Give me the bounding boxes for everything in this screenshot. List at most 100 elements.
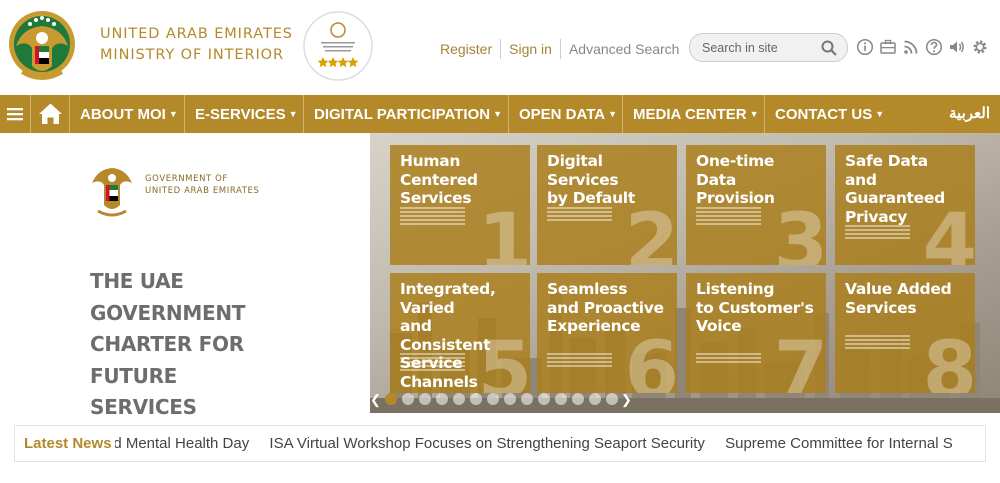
slider-dot[interactable] <box>538 393 550 405</box>
tile-number: 6 <box>624 326 677 393</box>
news-ticker: rld Mental Health Day ISA Virtual Worksh… <box>115 435 960 455</box>
nav-open-data[interactable]: OPEN DATA ▼ <box>509 95 623 133</box>
help-icon[interactable] <box>925 38 943 56</box>
search-icon[interactable] <box>821 40 837 56</box>
caret-down-icon: ▼ <box>608 109 618 119</box>
tile-number: 3 <box>773 198 826 265</box>
slider-dot[interactable] <box>555 393 567 405</box>
tile-description <box>845 225 910 241</box>
ministry-title-line1: UNITED ARAB EMIRATES <box>100 26 293 42</box>
tile-title: Safe Data and Guaranteed Privacy <box>845 152 965 226</box>
briefcase-icon[interactable] <box>879 38 897 56</box>
slider-dot[interactable] <box>385 393 397 405</box>
slider-dot[interactable] <box>487 393 499 405</box>
rss-icon[interactable] <box>902 38 920 56</box>
slider-dot[interactable] <box>453 393 465 405</box>
hero-slider[interactable]: Human Centered Services 1 Digital Service… <box>370 133 1000 413</box>
menu-toggle-button[interactable] <box>0 95 31 133</box>
tile-title: Integrated, Varied and Consistent Service … <box>400 280 520 391</box>
tile-number: 1 <box>477 198 530 265</box>
tile-title: Value Added Services <box>845 280 965 317</box>
caret-down-icon: ▼ <box>168 109 178 119</box>
nav-media-center[interactable]: MEDIA CENTER ▼ <box>623 95 765 133</box>
slider-dot[interactable] <box>606 393 618 405</box>
caret-down-icon: ▼ <box>749 109 759 119</box>
service-tile-1[interactable]: Human Centered Services 1 <box>390 145 530 265</box>
slider-dot[interactable] <box>436 393 448 405</box>
ministry-title-line2: MINISTRY OF INTERIOR <box>100 47 284 63</box>
site-search <box>689 33 848 62</box>
slider-dot[interactable] <box>470 393 482 405</box>
tile-title-line: Digital Services <box>547 152 619 189</box>
tile-title-line: and Proactive <box>547 298 664 317</box>
home-button[interactable] <box>31 95 70 133</box>
news-ticker-item[interactable]: rld Mental Health Day <box>115 435 249 452</box>
gov-logo-line2: UNITED ARAB EMIRATES <box>145 186 260 196</box>
service-tile-6[interactable]: Seamless and Proactive Experience 6 <box>537 273 677 393</box>
language-arabic-link[interactable]: العربية <box>949 95 990 133</box>
tile-description <box>696 207 761 227</box>
nav-open-data-label: OPEN DATA <box>519 106 606 123</box>
award-badge-logo <box>303 10 373 82</box>
slider-dot[interactable] <box>504 393 516 405</box>
tile-title: Digital Services by Default <box>547 152 667 208</box>
news-ticker-item[interactable]: ISA Virtual Workshop Focuses on Strength… <box>269 435 705 452</box>
government-logo-text: GOVERNMENT OF UNITED ARAB EMIRATES <box>145 173 260 197</box>
nav-e-services[interactable]: E-SERVICES ▼ <box>185 95 304 133</box>
sign-in-link[interactable]: Sign in <box>501 41 560 57</box>
caret-down-icon: ▼ <box>288 109 298 119</box>
tile-number: 8 <box>922 326 975 393</box>
tile-title-line: Service Channels <box>400 354 478 391</box>
nav-about-moi[interactable]: ABOUT MOI ▼ <box>70 95 185 133</box>
tile-title: Human Centered Services <box>400 152 520 208</box>
tile-title: One-time Data Provision <box>696 152 816 208</box>
utility-icons <box>856 38 989 56</box>
tile-description <box>547 207 612 223</box>
ministry-title: UNITED ARAB EMIRATES MINISTRY OF INTERIO… <box>100 24 293 66</box>
uae-falcon-emblem-logo[interactable] <box>8 6 76 84</box>
tile-number: 7 <box>773 326 826 393</box>
nav-digital-participation[interactable]: DIGITAL PARTICIPATION ▼ <box>304 95 509 133</box>
tile-title-line: and Consistent <box>400 317 491 354</box>
service-tile-2[interactable]: Digital Services by Default 2 <box>537 145 677 265</box>
nav-contact-us[interactable]: CONTACT US ▼ <box>765 95 895 133</box>
slider-dot[interactable] <box>419 393 431 405</box>
news-ticker-item[interactable]: Supreme Committee for Internal S <box>725 435 953 452</box>
search-input[interactable] <box>702 39 817 57</box>
tile-title-line: Value Added <box>845 280 952 298</box>
tile-description <box>696 353 761 365</box>
slider-next-arrow-icon[interactable]: ❯ <box>621 392 632 408</box>
slider-dot[interactable] <box>402 393 414 405</box>
audio-icon[interactable] <box>948 38 966 56</box>
tile-description <box>400 207 465 227</box>
tile-title-line: to Customer's <box>696 298 814 317</box>
slider-prev-arrow-icon[interactable]: ❮ <box>370 392 381 408</box>
tile-title: Seamless and Proactive Experience <box>547 280 667 336</box>
nav-digital-participation-label: DIGITAL PARTICIPATION <box>314 106 491 123</box>
service-tile-4[interactable]: Safe Data and Guaranteed Privacy 4 <box>835 145 975 265</box>
tile-title-line: Provision <box>696 189 775 207</box>
slider-dot[interactable] <box>572 393 584 405</box>
info-icon[interactable] <box>856 38 874 56</box>
tile-title-line: Experience <box>547 317 641 335</box>
tile-title-line: Human Centered <box>400 152 478 189</box>
service-tile-7[interactable]: Listening to Customer's Voice 7 <box>686 273 826 393</box>
slider-dot[interactable] <box>589 393 601 405</box>
slider-dot[interactable] <box>521 393 533 405</box>
service-tile-5[interactable]: Integrated, Varied and Consistent Service … <box>390 273 530 393</box>
service-tile-8[interactable]: Value Added Services 8 <box>835 273 975 393</box>
service-tile-3[interactable]: One-time Data Provision 3 <box>686 145 826 265</box>
tile-title-line: Integrated, Varied <box>400 280 496 317</box>
tile-title-line: Voice <box>696 317 742 335</box>
hero-section: GOVERNMENT OF UNITED ARAB EMIRATES THE U… <box>0 133 1000 419</box>
tile-title-line: by Default <box>547 189 635 207</box>
settings-icon[interactable] <box>971 38 989 56</box>
tile-title-line: Seamless <box>547 280 628 298</box>
tile-title-line: Services <box>400 189 472 207</box>
charter-heading: THE UAE GOVERNMENT CHARTER FOR FUTURE SE… <box>90 266 330 424</box>
register-link[interactable]: Register <box>432 41 500 57</box>
nav-media-center-label: MEDIA CENTER <box>633 106 747 123</box>
tile-description <box>845 335 910 351</box>
advanced-search-link[interactable]: Advanced Search <box>561 41 688 57</box>
tile-title-line: Services <box>845 298 917 317</box>
